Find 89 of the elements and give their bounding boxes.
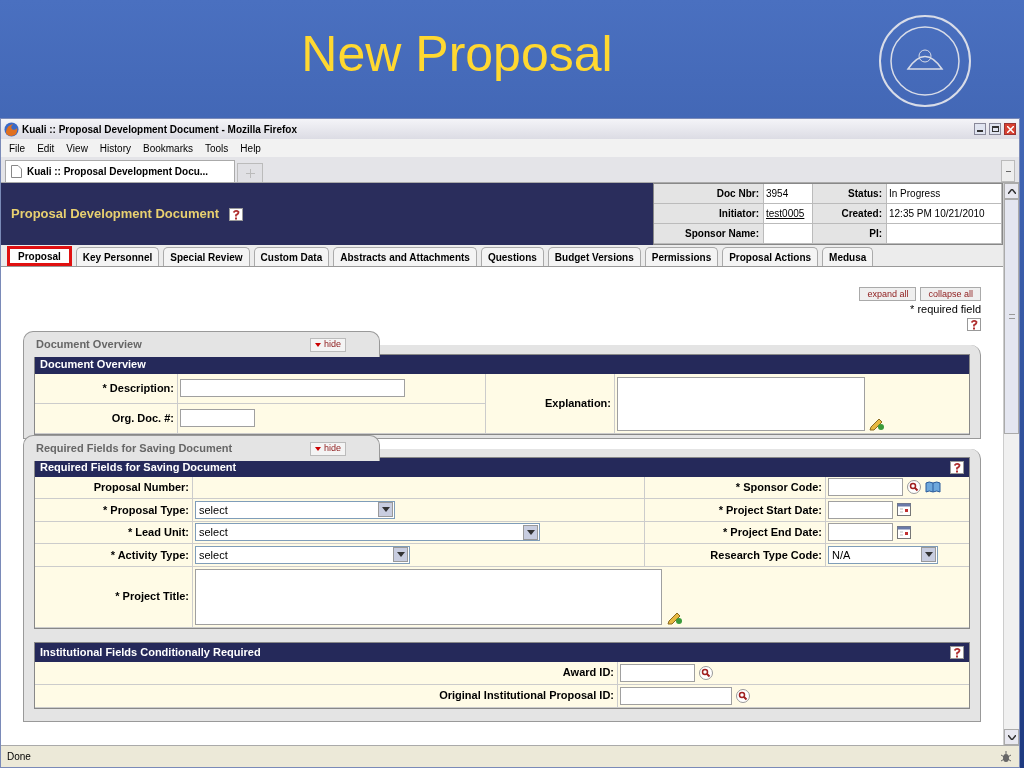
input-field[interactable] xyxy=(620,686,732,705)
field-label: * Project Start Date: xyxy=(718,502,822,518)
info-value: In Progress xyxy=(889,188,941,199)
input-field[interactable] xyxy=(828,478,903,497)
input-field[interactable] xyxy=(180,379,405,397)
help-icon[interactable] xyxy=(950,460,964,474)
initiator-link[interactable]: test0005 xyxy=(766,208,805,219)
info-label: PI: xyxy=(813,224,887,243)
calendar-icon[interactable] xyxy=(897,503,911,517)
document-tab[interactable]: Custom Data xyxy=(253,247,330,266)
help-icon[interactable] xyxy=(950,645,964,659)
select-field[interactable]: select xyxy=(195,523,540,542)
document-title: Proposal Development Document xyxy=(11,205,220,224)
table-header-title: Required Fields for Saving Document xyxy=(40,459,237,475)
status-text: Done xyxy=(7,750,31,764)
input-field[interactable] xyxy=(620,663,695,682)
firefox-logo-icon xyxy=(4,121,19,137)
field-label: * Sponsor Code: xyxy=(735,480,822,495)
page-icon xyxy=(11,165,22,178)
menu-item[interactable]: Tools xyxy=(205,140,229,156)
search-icon[interactable] xyxy=(907,480,921,495)
document-tab[interactable]: Special Review xyxy=(163,247,250,266)
info-label: Doc Nbr: xyxy=(654,184,764,203)
calendar-icon[interactable] xyxy=(897,525,911,539)
table-header-title: Institutional Fields Conditionally Required xyxy=(40,644,261,660)
field-label: * Activity Type: xyxy=(110,547,189,563)
field-label: Award ID: xyxy=(562,665,614,681)
field-label: Research Type Code: xyxy=(710,547,822,563)
field-label: * Project End Date: xyxy=(722,525,822,540)
input-field[interactable] xyxy=(828,500,893,519)
search-icon[interactable] xyxy=(736,688,750,703)
explanation-field[interactable] xyxy=(617,376,865,431)
scrollbar[interactable] xyxy=(1003,183,1019,745)
menu-item[interactable]: View xyxy=(66,140,88,156)
info-label: Initiator: xyxy=(654,204,764,223)
info-label: Status: xyxy=(813,184,887,203)
document-tab[interactable]: Permissions xyxy=(644,247,719,266)
info-value: 12:35 PM 10/21/2010 xyxy=(889,208,985,219)
browser-tab[interactable]: Kuali :: Proposal Development Docu... xyxy=(5,160,235,182)
help-icon[interactable] xyxy=(229,207,244,221)
bug-icon xyxy=(999,749,1013,764)
menu-item[interactable]: Bookmarks xyxy=(143,140,193,156)
field-label: Proposal Number: xyxy=(93,480,189,495)
project-title-field[interactable] xyxy=(195,568,662,625)
input-field[interactable] xyxy=(828,523,893,542)
collapse-all-button[interactable]: collapse all xyxy=(920,287,981,301)
caret-icon xyxy=(315,342,321,347)
document-tab[interactable]: Abstracts and Attachments xyxy=(333,247,477,266)
slide-title: New Proposal xyxy=(301,24,613,84)
field-label: Original Institutional Proposal ID: xyxy=(439,688,614,704)
book-icon[interactable] xyxy=(925,481,941,494)
menu-item[interactable]: Help xyxy=(240,140,261,156)
menu-item[interactable]: File xyxy=(9,140,26,156)
field-label: Org. Doc. #: xyxy=(111,410,174,426)
menu-item[interactable]: Edit xyxy=(37,140,55,156)
select-field[interactable]: N/A xyxy=(828,545,938,564)
document-tab[interactable]: Budget Versions xyxy=(547,247,641,266)
help-icon[interactable] xyxy=(967,317,981,331)
field-label: Explanation: xyxy=(545,395,611,411)
document-tab[interactable]: Proposal Actions xyxy=(722,247,819,266)
document-tab[interactable]: Questions xyxy=(480,247,544,266)
info-value: 3954 xyxy=(766,188,789,199)
section-tab-title: Document Overview xyxy=(36,336,143,352)
caret-icon xyxy=(315,446,321,451)
scroll-down-icon[interactable] xyxy=(1004,729,1019,745)
search-icon[interactable] xyxy=(699,665,713,680)
section-tab-title: Required Fields for Saving Document xyxy=(36,440,234,456)
minimize-button[interactable] xyxy=(974,123,986,135)
field-label: * Lead Unit: xyxy=(127,525,189,540)
scroll-up-icon[interactable] xyxy=(1004,183,1019,199)
window-title: Kuali :: Proposal Development Document - Mozilla Firefox xyxy=(22,122,299,137)
field-label: * Description: xyxy=(102,380,174,396)
table-header-title: Document Overview xyxy=(40,356,146,372)
info-label: Sponsor Name: xyxy=(654,224,764,243)
maximize-button[interactable] xyxy=(989,123,1001,135)
expand-all-button[interactable]: expand all xyxy=(859,287,917,301)
required-note: * required field xyxy=(910,302,981,317)
close-button[interactable] xyxy=(1004,123,1016,135)
scroll-thumb[interactable] xyxy=(1004,199,1019,434)
info-label: Created: xyxy=(813,204,887,223)
select-field[interactable]: select xyxy=(195,545,410,564)
select-field[interactable]: select xyxy=(195,500,395,519)
document-tab[interactable]: Medusa xyxy=(822,247,874,266)
field-label: * Proposal Type: xyxy=(103,502,189,518)
document-tab[interactable]: Proposal xyxy=(7,246,72,266)
document-tab[interactable]: Key Personnel xyxy=(75,247,160,266)
menu-item[interactable]: History xyxy=(99,140,131,156)
input-field[interactable] xyxy=(180,409,255,427)
field-label: * Project Title: xyxy=(115,589,189,605)
